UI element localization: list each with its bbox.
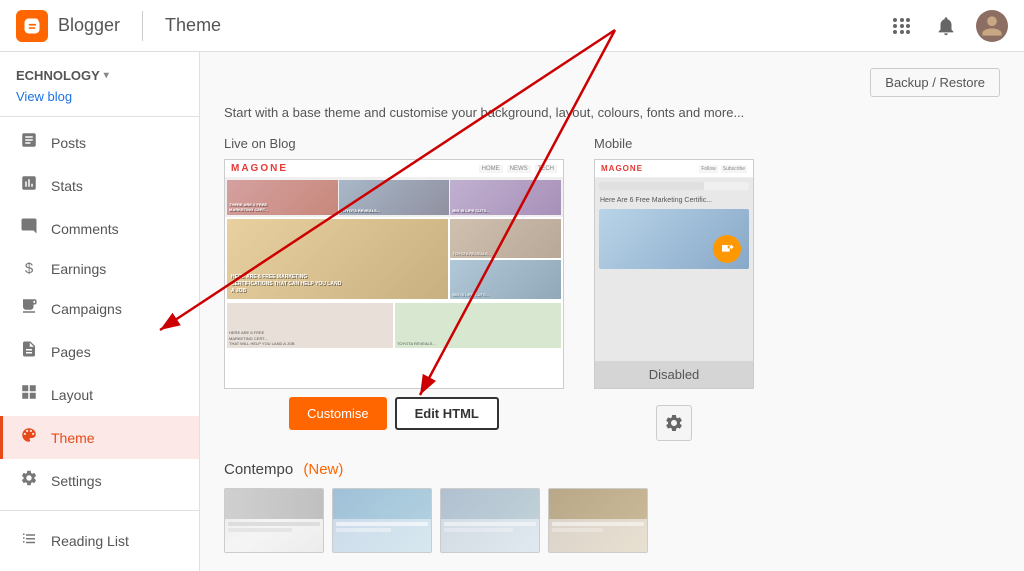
grid-apps-icon[interactable] (888, 12, 916, 40)
contempo-thumb-1[interactable] (224, 488, 324, 553)
view-blog-link[interactable]: View blog (0, 87, 199, 112)
sidebar-item-layout[interactable]: Layout (0, 373, 199, 416)
theme-icon (19, 426, 39, 449)
mobile-preview-frame: MAGONE Follow Subscribe Here Are 6 Free … (594, 159, 754, 389)
sidebar-item-stats[interactable]: Stats (0, 164, 199, 207)
header-logo: Blogger Theme (16, 10, 221, 42)
sidebar-item-earnings[interactable]: $ Earnings (0, 250, 199, 287)
description-text: Start with a base theme and customise yo… (224, 105, 1000, 120)
sidebar-item-theme-label: Theme (51, 430, 95, 446)
header-divider (142, 11, 143, 41)
contempo-thumb-2[interactable] (332, 488, 432, 553)
contempo-label: Contempo (New) (224, 461, 1000, 478)
contempo-thumbnails (224, 488, 1000, 553)
sidebar-item-pages-label: Pages (51, 344, 91, 360)
edit-html-button[interactable]: Edit HTML (395, 397, 499, 430)
contempo-thumb-4[interactable] (548, 488, 648, 553)
live-preview-container: Live on Blog MAGONE HOME NEWS TECH (224, 136, 564, 441)
sidebar-item-theme[interactable]: Theme (0, 416, 199, 459)
sidebar-item-settings[interactable]: Settings (0, 459, 199, 502)
header-right (888, 10, 1008, 42)
sidebar-divider (0, 116, 199, 117)
main-layout: ECHNOLOGY ▾ View blog Posts Stats Commen… (0, 52, 1024, 571)
sidebar-item-posts[interactable]: Posts (0, 121, 199, 164)
live-section-label: Live on Blog (224, 136, 296, 151)
live-preview-frame: MAGONE HOME NEWS TECH THERE ARE 6 FREEMA… (224, 159, 564, 389)
comments-icon (19, 217, 39, 240)
sidebar: ECHNOLOGY ▾ View blog Posts Stats Commen… (0, 52, 200, 571)
blogger-icon (16, 10, 48, 42)
mobile-section-label: Mobile (594, 136, 632, 151)
content-area: Backup / Restore Start with a base theme… (200, 52, 1024, 571)
sidebar-item-settings-label: Settings (51, 473, 102, 489)
contempo-new-badge: (New) (303, 461, 343, 478)
earnings-icon: $ (19, 260, 39, 277)
sidebar-item-posts-label: Posts (51, 135, 86, 151)
contempo-thumb-3[interactable] (440, 488, 540, 553)
sidebar-item-comments[interactable]: Comments (0, 207, 199, 250)
sidebar-item-campaigns-label: Campaigns (51, 301, 122, 317)
backup-restore-button[interactable]: Backup / Restore (870, 68, 1000, 97)
layout-icon (19, 383, 39, 406)
preview-buttons: Customise Edit HTML (289, 397, 499, 430)
mobile-preview-container: Mobile MAGONE Follow Subscribe (594, 136, 754, 441)
sidebar-item-layout-label: Layout (51, 387, 93, 403)
page-title: Theme (165, 15, 221, 36)
sidebar-section-divider (0, 510, 199, 511)
mobile-logo: MAGONE (601, 164, 643, 173)
stats-icon (19, 174, 39, 197)
notifications-icon[interactable] (932, 12, 960, 40)
disabled-overlay: Disabled (595, 361, 753, 388)
sidebar-item-pages[interactable]: Pages (0, 330, 199, 373)
sidebar-item-reading-list-label: Reading List (51, 533, 129, 549)
sidebar-item-comments-label: Comments (51, 221, 119, 237)
customise-button[interactable]: Customise (289, 397, 386, 430)
mobile-gear-button[interactable] (656, 405, 692, 441)
sidebar-item-campaigns[interactable]: Campaigns (0, 287, 199, 330)
sidebar-item-reading-list[interactable]: Reading List (0, 519, 199, 562)
blog-name[interactable]: ECHNOLOGY ▾ (0, 60, 199, 87)
theme-previews: Live on Blog MAGONE HOME NEWS TECH (224, 136, 1000, 441)
contempo-section: Contempo (New) (224, 461, 1000, 553)
header: Blogger Theme (0, 0, 1024, 52)
sidebar-item-earnings-label: Earnings (51, 261, 106, 277)
posts-icon (19, 131, 39, 154)
app-name: Blogger (58, 15, 120, 36)
sidebar-item-help[interactable]: Help (0, 562, 199, 571)
reading-list-icon (19, 529, 39, 552)
pages-icon (19, 340, 39, 363)
avatar[interactable] (976, 10, 1008, 42)
campaigns-icon (19, 297, 39, 320)
settings-icon (19, 469, 39, 492)
content-header: Backup / Restore (224, 68, 1000, 97)
sidebar-item-stats-label: Stats (51, 178, 83, 194)
dropdown-arrow-icon: ▾ (104, 70, 109, 81)
